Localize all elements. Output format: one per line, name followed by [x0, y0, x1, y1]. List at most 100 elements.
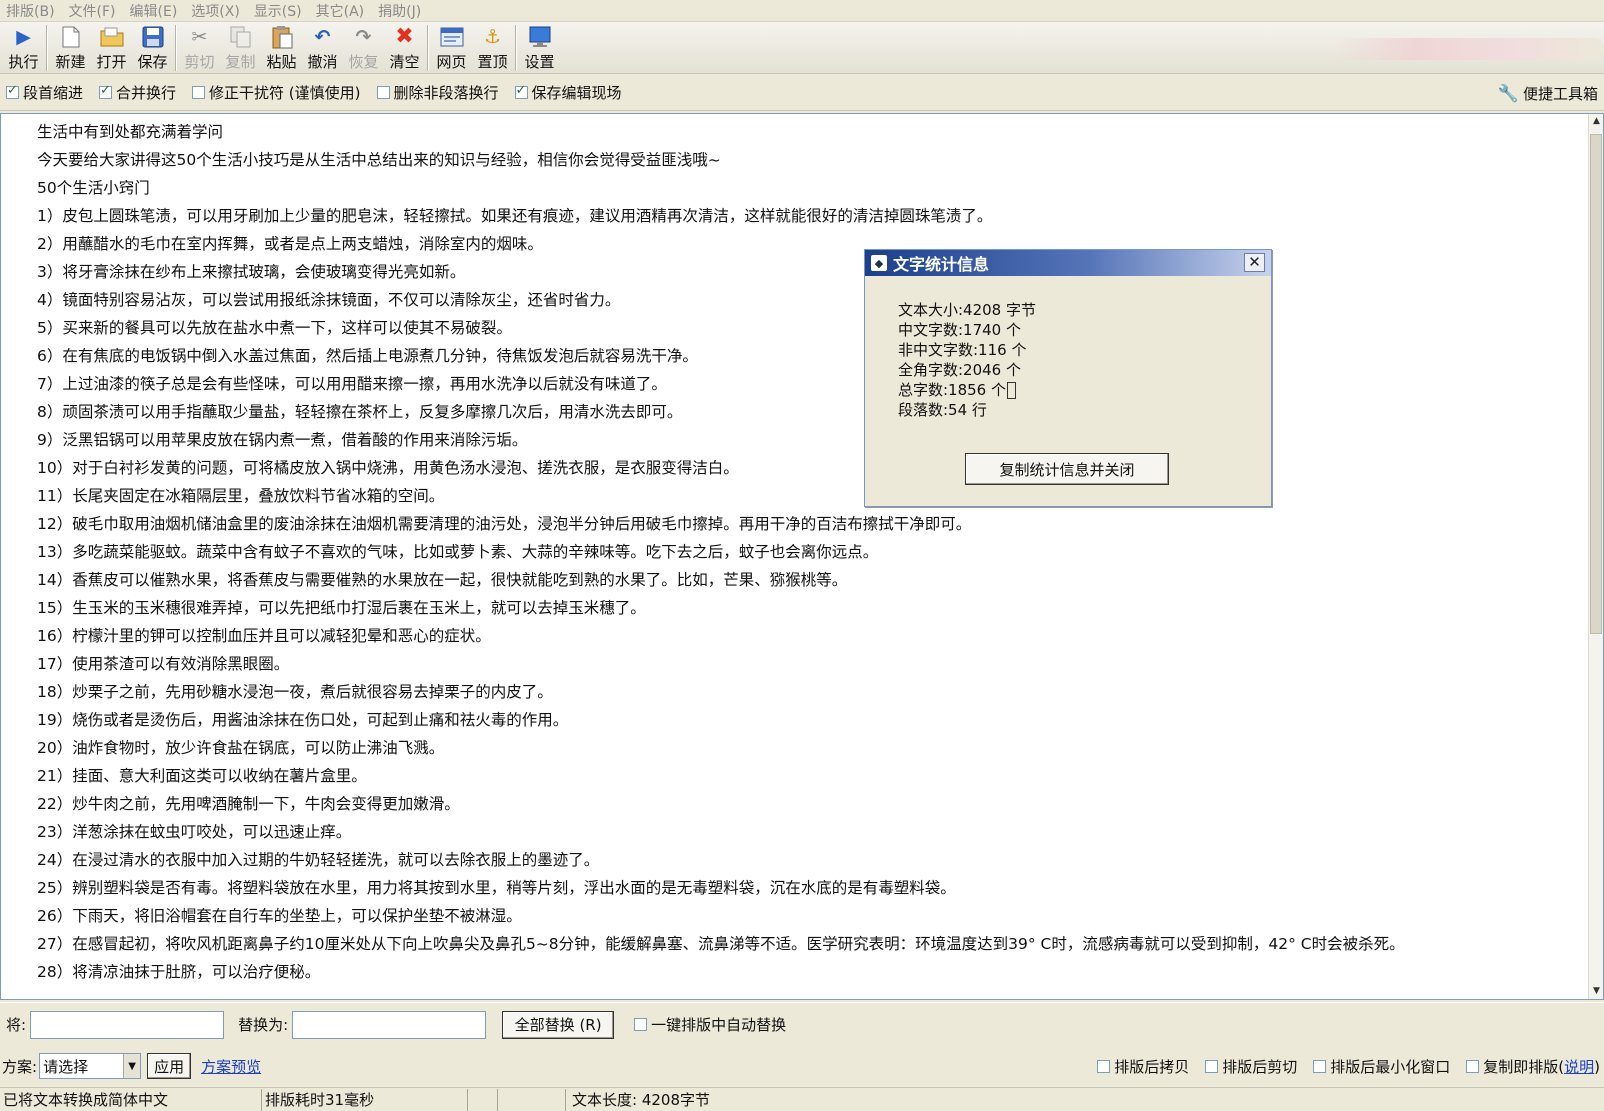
- auto-replace-checkbox-box[interactable]: [634, 1018, 648, 1031]
- settings-button[interactable]: 设置: [519, 22, 560, 72]
- play-icon: ▶: [16, 26, 31, 48]
- copy-then-format-checkbox-box[interactable]: [1466, 1060, 1480, 1073]
- save-button[interactable]: 保存: [132, 22, 173, 72]
- plan-label: 方案:: [2, 1057, 38, 1076]
- menu-format[interactable]: 排版(B): [0, 1, 63, 21]
- status-message: 已将文本转换成简体中文: [0, 1088, 262, 1111]
- scroll-down-icon[interactable]: ▼: [1589, 984, 1603, 999]
- save-state-checkbox[interactable]: 保存编辑现场: [514, 82, 622, 103]
- plan-select-value: 请选择: [43, 1057, 89, 1076]
- vertical-scrollbar[interactable]: ▲ ▼: [1588, 114, 1603, 999]
- cut-after-checkbox-box[interactable]: [1205, 1060, 1219, 1073]
- merge-newline-checkbox[interactable]: 合并换行: [99, 82, 176, 103]
- remove-non-paragraph-checkbox-box[interactable]: [376, 86, 390, 99]
- scroll-thumb[interactable]: [1590, 134, 1602, 634]
- text-line: 15）生玉米的玉米穗很难弄掉，可以先把纸巾打湿后裹在玉米上，就可以去掉玉米穗了。: [37, 599, 646, 617]
- copy-after-checkbox[interactable]: 排版后拷贝: [1097, 1056, 1189, 1077]
- toolbar-separator: [175, 25, 177, 71]
- text-line: 11）长尾夹固定在冰箱隔层里，叠放饮料节省冰箱的空间。: [37, 487, 445, 505]
- text-line: 25）辨别塑料袋是否有毒。将塑料袋放在水里，用力将其按到水里，稍等片刻，浮出水面…: [37, 879, 956, 897]
- new-file-icon: [59, 25, 83, 49]
- dropdown-arrow-icon[interactable]: ▼: [123, 1054, 141, 1078]
- text-line: 24）在浸过清水的衣服中加入过期的牛奶轻轻搓洗，就可以去除衣服上的墨迹了。: [37, 851, 600, 869]
- text-line: 8）顽固茶渍可以用手指蘸取少量盐，轻轻擦在茶杯上，反复多摩擦几次后，用清水洗去即…: [37, 403, 683, 421]
- dialog-title: 文字统计信息: [893, 255, 990, 274]
- redo-button[interactable]: ↷ 恢复: [343, 22, 384, 72]
- clear-button[interactable]: ✖ 清空: [384, 22, 425, 72]
- minimize-after-checkbox-box[interactable]: [1313, 1060, 1327, 1073]
- replace-label: 替换为:: [238, 1016, 289, 1034]
- menu-bar: 排版(B) 文件(F) 编辑(E) 选项(X) 显示(S) 其它(A) 捐助(J…: [0, 0, 1604, 22]
- paste-button[interactable]: 粘贴: [261, 22, 302, 72]
- indent-checkbox-label: 段首缩进: [23, 84, 84, 102]
- text-line: 9）泛黑铝锅可以用苹果皮放在锅内煮一煮，借着酸的作用来消除污垢。: [37, 431, 528, 449]
- indent-checkbox-box[interactable]: [6, 83, 19, 99]
- undo-label: 撤消: [307, 53, 338, 71]
- red-x-icon: ✖: [395, 24, 414, 49]
- stat-paragraph-count: 段落数:54 行: [898, 401, 987, 419]
- pin-top-button[interactable]: ⚓ 置顶: [472, 22, 513, 72]
- menu-display[interactable]: 显示(S): [248, 1, 310, 21]
- remove-non-paragraph-checkbox[interactable]: 删除非段落换行: [376, 82, 499, 103]
- copy-stats-close-button[interactable]: 复制统计信息并关闭: [965, 453, 1169, 485]
- replace-input[interactable]: [292, 1010, 487, 1039]
- find-input[interactable]: [30, 1010, 225, 1039]
- text-line: 生活中有到处都充满着学问: [37, 123, 224, 141]
- text-statistics-dialog: ◆ 文字统计信息 ✕ 文本大小:4208 字节 中文字数:1740 个 非中文字…: [864, 249, 1272, 507]
- text-line: 2）用蘸醋水的毛巾在室内挥舞，或者是点上两支蜡烛，消除室内的烟味。: [37, 235, 543, 253]
- text-line: 20）油炸食物时，放少许食盐在锅底，可以防止沸油飞溅。: [37, 739, 445, 757]
- toolbar-separator: [515, 25, 517, 71]
- copy-then-format-checkbox[interactable]: 复制即排版 ( 说明 ): [1466, 1056, 1600, 1077]
- open-button[interactable]: 打开: [91, 22, 132, 72]
- scroll-up-icon[interactable]: ▲: [1589, 114, 1603, 129]
- indent-checkbox[interactable]: 段首缩进: [6, 82, 83, 103]
- text-line: 21）挂面、意大利面这类可以收纳在薯片盒里。: [37, 767, 367, 785]
- plan-preview-link[interactable]: 方案预览: [201, 1056, 261, 1077]
- menu-donate[interactable]: 捐助(J): [372, 1, 429, 21]
- text-line: 13）多吃蔬菜能驱蚊。蔬菜中含有蚊子不喜欢的气味，比如或萝卜素、大蒜的辛辣味等。…: [37, 543, 879, 561]
- after-format-options: 排版后拷贝 排版后剪切 排版后最小化窗口 复制即排版 ( 说明 ): [1097, 1056, 1600, 1077]
- save-state-checkbox-box[interactable]: [514, 83, 528, 99]
- execute-button[interactable]: ▶ 执行: [3, 22, 44, 72]
- text-editor[interactable]: 生活中有到处都充满着学问 今天要给大家讲得这50个生活小技巧是从生活中总结出来的知…: [0, 113, 1604, 1000]
- menu-file[interactable]: 文件(F): [63, 1, 124, 21]
- fix-interference-checkbox-label: 修正干扰符 (谨慎使用): [209, 84, 361, 102]
- help-link[interactable]: 说明: [1564, 1056, 1594, 1077]
- text-line: 3）将牙膏涂抹在纱布上来擦拭玻璃，会使玻璃变得光亮如新。: [37, 263, 466, 281]
- status-empty-2: [498, 1088, 566, 1111]
- copy-after-checkbox-box[interactable]: [1097, 1060, 1111, 1073]
- fix-interference-checkbox-box[interactable]: [192, 86, 206, 99]
- dialog-close-button[interactable]: ✕: [1244, 253, 1265, 272]
- minimize-after-label: 排版后最小化窗口: [1330, 1058, 1451, 1076]
- minimize-after-checkbox[interactable]: 排版后最小化窗口: [1313, 1056, 1450, 1077]
- auto-replace-checkbox[interactable]: 一键排版中自动替换: [634, 1014, 786, 1035]
- merge-newline-checkbox-box[interactable]: [99, 83, 113, 99]
- save-label: 保存: [137, 53, 168, 71]
- text-cursor: [1007, 382, 1016, 399]
- fix-interference-checkbox[interactable]: 修正干扰符 (谨慎使用): [192, 82, 361, 103]
- cut-after-checkbox[interactable]: 排版后剪切: [1205, 1056, 1297, 1077]
- menu-options[interactable]: 选项(X): [185, 1, 248, 21]
- text-line: 10）对于白衬衫发黄的问题，可将橘皮放入锅中烧沸，用黄色汤水浸泡、搓洗衣服，是衣…: [37, 459, 739, 477]
- webpage-button[interactable]: 网页: [431, 22, 472, 72]
- quick-toolbox-button[interactable]: 🔧 便捷工具箱: [1498, 83, 1598, 104]
- status-empty-1: [468, 1088, 498, 1111]
- dialog-title-bar: ◆ 文字统计信息: [865, 250, 1271, 276]
- apply-button[interactable]: 应用: [147, 1053, 192, 1079]
- copy-button[interactable]: 复制: [220, 22, 261, 72]
- copy-label: 复制: [225, 53, 256, 71]
- replace-all-button[interactable]: 全部替换 (R): [502, 1010, 615, 1039]
- web-page-icon: [440, 25, 464, 49]
- copy-icon: [229, 25, 253, 49]
- cut-button[interactable]: ✂ 剪切: [179, 22, 220, 72]
- text-line: 5）买来新的餐具可以先放在盐水中煮一下，这样可以使其不易破裂。: [37, 319, 512, 337]
- menu-other[interactable]: 其它(A): [310, 1, 373, 21]
- undo-button[interactable]: ↶ 撤消: [302, 22, 343, 72]
- text-line: 27）在感冒起初，将吹风机距离鼻子约10厘米处从下向上吹鼻尖及鼻孔5~8分钟，能…: [37, 935, 1405, 953]
- new-button[interactable]: 新建: [50, 22, 91, 72]
- menu-edit[interactable]: 编辑(E): [124, 1, 186, 21]
- text-line: 6）在有焦底的电饭锅中倒入水盖过焦面，然后插上电源煮几分钟，待焦饭发泡后就容易洗…: [37, 347, 698, 365]
- plan-select[interactable]: 请选择 ▼: [39, 1053, 142, 1079]
- monitor-settings-icon: [528, 25, 552, 49]
- editor-lines: 生活中有到处都充满着学问 今天要给大家讲得这50个生活小技巧是从生活中总结出来的知…: [37, 118, 1585, 986]
